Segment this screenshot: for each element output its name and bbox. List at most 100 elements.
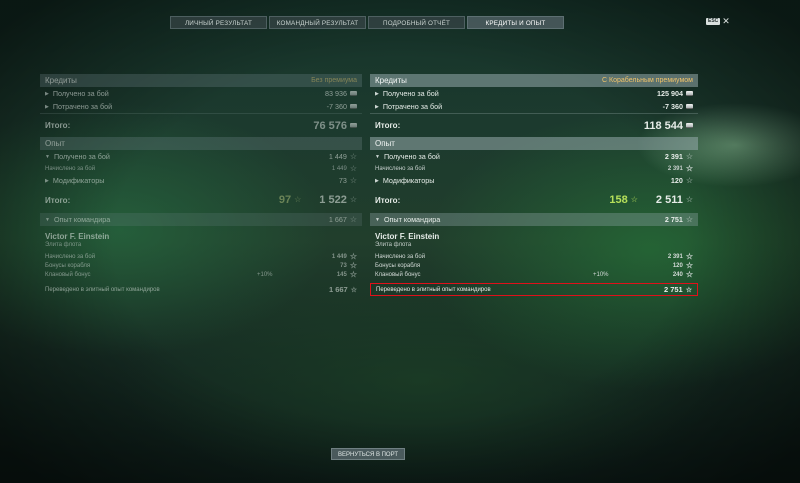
exp-earned-value: 1 449 [328, 152, 347, 161]
exp-accrued-row: Начислено за бой 2 391 ☆ [370, 163, 698, 174]
exp-total-value: 2 511 [655, 194, 683, 206]
close-control[interactable]: ESC ✕ [706, 17, 730, 26]
credits-icon [686, 91, 693, 96]
credits-total-row: Итого: 76 576 [40, 113, 362, 137]
exp-earned-row[interactable]: ▼ Получено за бой 1 449 ☆ [40, 150, 362, 163]
clan-bonus-row: Клановый бонус +10% 145 ☆ [40, 270, 362, 279]
exp-star-icon: ☆ [685, 251, 693, 261]
credits-earned-value: 83 936 [325, 89, 347, 98]
exp-star-icon: ☆ [349, 251, 357, 261]
elite-exp-icon: ☆ [350, 286, 357, 294]
credits-spent-row[interactable]: ▶ Потрачено за бой -7 360 [40, 100, 362, 113]
credits-icon [350, 91, 357, 96]
credits-title: Кредиты [45, 76, 77, 85]
expand-arrow-icon: ▶ [375, 103, 379, 110]
exp-total-row: Итого: 158 ☆ 2 511 ☆ [370, 187, 698, 213]
credits-total-value: 118 544 [643, 119, 683, 132]
exp-star-icon: ☆ [349, 163, 357, 173]
exp-earned-label: Получено за бой [53, 152, 110, 161]
commander-accrued-row: Начислено за бой 1 449 ☆ [40, 252, 362, 261]
collapse-arrow-icon: ▼ [375, 153, 380, 160]
elite-exp-icon: ☆ [685, 286, 692, 294]
exp-star-icon: ☆ [685, 260, 693, 270]
commander-exp-value: 1 667 [328, 215, 347, 224]
elite-exp-value: 2 751 [663, 285, 683, 294]
elite-exp-label: Переведено в элитный опыт командиров [376, 286, 491, 293]
collapse-arrow-icon: ▼ [375, 216, 380, 223]
commander-rank: Элита флота [45, 242, 82, 248]
credits-earned-row[interactable]: ▶ Получено за бой 125 904 [370, 87, 698, 100]
modifiers-value: 120 [670, 176, 683, 185]
expand-arrow-icon: ▶ [45, 177, 49, 184]
exp-star-icon: ☆ [349, 175, 357, 185]
credits-header: Кредиты Без премиума [40, 74, 362, 87]
commander-rank: Элита флота [375, 242, 412, 248]
exp-header: Опыт [40, 137, 362, 150]
tab-team-result[interactable]: КОМАНДНЫЙ РЕЗУЛЬТАТ [269, 16, 366, 29]
modifiers-row[interactable]: ▶ Модификаторы 120 ☆ [370, 174, 698, 187]
credits-spent-label: Потрачено за бой [52, 102, 113, 111]
credits-spent-value: -7 360 [662, 102, 683, 111]
credits-icon [686, 123, 693, 128]
commander-accrued-value: 2 391 [667, 253, 683, 260]
result-tabs: ЛИЧНЫЙ РЕЗУЛЬТАТ КОМАНДНЫЙ РЕЗУЛЬТАТ ПОД… [170, 16, 564, 29]
return-to-port-button[interactable]: ВЕРНУТЬСЯ В ПОРТ [331, 448, 405, 460]
exp-earned-row[interactable]: ▼ Получено за бой 2 391 ☆ [370, 150, 698, 163]
commander-exp-row[interactable]: ▼ Опыт командира 1 667 ☆ [40, 213, 362, 226]
commander-accrued-row: Начислено за бой 2 391 ☆ [370, 252, 698, 261]
credits-earned-row[interactable]: ▶ Получено за бой 83 936 [40, 87, 362, 100]
commander-exp-value: 2 751 [664, 215, 683, 224]
expand-arrow-icon: ▶ [375, 177, 379, 184]
exp-total-label: Итого: [375, 195, 401, 205]
clan-bonus-row: Клановый бонус +10% 240 ☆ [370, 270, 698, 279]
commander-accrued-value: 1 449 [331, 253, 347, 260]
free-exp-star-icon: ☆ [294, 195, 302, 204]
exp-star-icon: ☆ [349, 151, 357, 161]
commander-accrued-label: Начислено за бой [45, 253, 96, 260]
clan-bonus-value: 240 [672, 271, 683, 278]
credits-title: Кредиты [375, 76, 407, 85]
ship-bonus-label: Бонусы корабля [375, 262, 421, 269]
tab-detailed-report[interactable]: ПОДРОБНЫЙ ОТЧЁТ [368, 16, 465, 29]
expand-arrow-icon: ▶ [375, 90, 379, 97]
clan-bonus-label: Клановый бонус [375, 271, 421, 278]
modifiers-row[interactable]: ▶ Модификаторы 73 ☆ [40, 174, 362, 187]
modifiers-value: 73 [338, 176, 347, 185]
exp-star-icon: ☆ [349, 269, 357, 279]
exp-star-icon: ☆ [685, 214, 693, 224]
credits-header: Кредиты С Корабельным премиумом [370, 74, 698, 87]
exp-star-icon: ☆ [349, 214, 357, 224]
credits-icon [686, 104, 693, 109]
commander-exp-label: Опыт командира [383, 215, 441, 224]
collapse-arrow-icon: ▼ [45, 216, 50, 223]
elite-exp-value: 1 667 [328, 285, 348, 294]
exp-earned-value: 2 391 [664, 152, 683, 161]
credits-total-row: Итого: 118 544 [370, 113, 698, 137]
exp-accrued-label: Начислено за бой [375, 165, 426, 172]
ship-bonus-row: Бонусы корабля 120 ☆ [370, 261, 698, 270]
close-icon[interactable]: ✕ [722, 17, 730, 26]
clan-bonus-label: Клановый бонус [45, 271, 91, 278]
commander-accrued-label: Начислено за бой [375, 253, 426, 260]
credits-total-value: 76 576 [313, 119, 347, 132]
elite-exp-row: Переведено в элитный опыт командиров 1 6… [40, 283, 362, 296]
credits-total-label: Итого: [45, 121, 71, 130]
credits-icon [350, 123, 357, 128]
credits-spent-row[interactable]: ▶ Потрачено за бой -7 360 [370, 100, 698, 113]
tab-credits-and-exp[interactable]: КРЕДИТЫ И ОПЫТ [467, 16, 564, 29]
elite-exp-label: Переведено в элитный опыт командиров [45, 286, 160, 293]
expand-arrow-icon: ▶ [45, 103, 49, 110]
exp-star-icon: ☆ [685, 175, 693, 185]
ship-bonus-row: Бонусы корабля 73 ☆ [40, 261, 362, 270]
ship-bonus-value: 120 [672, 262, 683, 269]
elite-exp-row-highlighted: Переведено в элитный опыт командиров 2 7… [370, 283, 698, 296]
exp-title: Опыт [375, 139, 395, 148]
tab-personal-result[interactable]: ЛИЧНЫЙ РЕЗУЛЬТАТ [170, 16, 267, 29]
commander-exp-row[interactable]: ▼ Опыт командира 2 751 ☆ [370, 213, 698, 226]
premium-status: Без премиума [311, 77, 357, 84]
clan-bonus-percent: +10% [257, 271, 273, 278]
exp-total-row: Итого: 97 ☆ 1 522 ☆ [40, 187, 362, 213]
premium-column: Кредиты С Корабельным премиумом ▶ Получен… [370, 74, 698, 296]
credits-spent-label: Потрачено за бой [382, 102, 443, 111]
free-exp-value: 97 [278, 194, 292, 206]
